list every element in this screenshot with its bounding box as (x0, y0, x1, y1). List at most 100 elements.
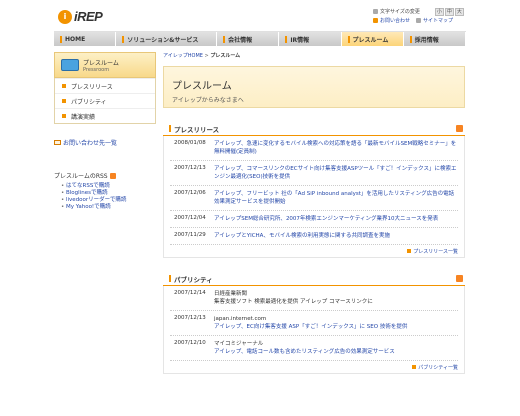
list-item: 2007/12/04 アイレップSEM総合研究所、2007年検索エンジンマーケティ… (170, 211, 458, 228)
list-item: 2007/11/29 アイレップとYICHA、モバイル検索の利用実態に関する共同調… (170, 228, 458, 245)
sidebar-item-label: 講演実績 (71, 113, 96, 121)
rss-link-hatena[interactable]: はてなRSSで購読 (61, 183, 156, 190)
list-item: 2008/01/08 アイレップ、急速に変化するモバイル検索への対応策を語る「最新… (170, 136, 458, 161)
rss-link-myyahoo[interactable]: My Yahoo!で購読 (61, 204, 156, 211)
site-header: i iREP 文字サイズの変更 小 中 大 お問い合わせ サイトマップ (0, 0, 520, 30)
list-item: 2007/12/10 マイコミジャーナル アイレップ、電話コール数も含めたリスティン… (170, 336, 458, 361)
news-date: 2007/12/13 (174, 165, 206, 171)
list-item: 2007/12/13 アイレップ、コマースリンクのECサイト向け集客支援ASPツー… (170, 161, 458, 186)
rss-links: はてなRSSで購読 Bloglinesで購読 livedoorリーダーで購読 M… (54, 183, 156, 211)
list-item: 2007/12/14 日経産業新聞集客支援ソフト 検索最適化を提供 アイレップ コ… (170, 286, 458, 311)
sidebar-item-publicity[interactable]: パブリシティ (55, 93, 155, 108)
news-link[interactable]: アイレップとYICHA、モバイル検索の利用実態に関する共同調査を実施 (208, 232, 390, 240)
logo-text: iREP (74, 9, 103, 24)
news-date: 2007/12/04 (174, 215, 206, 221)
font-size-icon (373, 9, 378, 14)
news-link[interactable]: アイレップ、コマースリンクのECサイト向け集客支援ASPツール「すご！インデック… (208, 165, 458, 181)
bullet-icon (62, 84, 66, 88)
sidebar: プレスルーム Pressroom プレスリリース パブリシティ 講演実績 お問い… (54, 52, 156, 211)
tab-marker (60, 35, 62, 43)
more-label: パブリシティ一覧 (418, 364, 458, 371)
tab-home[interactable]: HOME (54, 32, 117, 46)
tab-marker (285, 35, 288, 43)
list-item: 2007/12/06 アイレップ、フリービット 社の「Ad SiP inbound… (170, 186, 458, 211)
section-marker (169, 275, 171, 282)
tab-label: 採用情報 (414, 36, 439, 44)
publicity-heading: パブリシティ (174, 275, 213, 284)
font-size-medium-button[interactable]: 中 (444, 7, 454, 16)
contact-list-link[interactable]: お問い合わせ先一覧 (54, 138, 156, 147)
press-release-list: 2008/01/08 アイレップ、急速に変化するモバイル検索への対応策を語る「最新… (163, 136, 465, 258)
bullet-icon (62, 114, 66, 118)
tab-label: ソリューション&サービス (127, 36, 199, 44)
news-date: 2008/01/08 (174, 140, 206, 146)
tab-company[interactable]: 会社情報 (217, 32, 280, 46)
font-size-small-button[interactable]: 小 (434, 7, 444, 16)
arrow-icon (407, 249, 412, 253)
breadcrumb-separator: > (204, 53, 209, 59)
rss-link-bloglines[interactable]: Bloglinesで購読 (61, 190, 156, 197)
global-nav: HOME ソリューション&サービス 会社情報 IR情報 プレスルーム 採用情報 (54, 31, 466, 46)
tab-solutions[interactable]: ソリューション&サービス (116, 32, 218, 46)
bullet-icon (62, 99, 66, 103)
news-link[interactable]: アイレップ、EC向け集客支援 ASP「すご！インデックス」に SEO 技術を提供 (214, 324, 407, 330)
news-headline: 集客支援ソフト 検索最適化を提供 アイレップ コマースリンクに (214, 299, 373, 305)
page-title-box: プレスルーム アイレップからみなさまへ (163, 66, 465, 108)
envelope-icon (54, 140, 61, 145)
sidebar-item-label: プレスリリース (71, 83, 113, 91)
news-source: japan.internet.com (214, 316, 267, 322)
contact-link[interactable]: お問い合わせ (380, 17, 410, 24)
tab-label: 会社情報 (228, 36, 253, 44)
sidebar-title: プレスルーム (83, 59, 119, 67)
breadcrumb: アイレップHOME > プレスルーム (163, 52, 465, 62)
tab-recruit[interactable]: 採用情報 (403, 32, 466, 46)
sidebar-menu: プレスリリース パブリシティ 講演実績 (54, 78, 156, 124)
tab-label: HOME (65, 35, 86, 43)
logo-mark: i (58, 9, 72, 24)
rss-icon[interactable] (456, 275, 463, 282)
font-size-label: 文字サイズの変更 (380, 9, 420, 15)
tab-pressroom[interactable]: プレスルーム (341, 32, 404, 46)
tab-marker (223, 35, 226, 43)
more-label: プレスリリース一覧 (413, 248, 458, 255)
rss-icon[interactable] (109, 172, 116, 179)
publicity-header: パブリシティ (163, 272, 465, 286)
tab-marker (122, 35, 125, 43)
irep-logo[interactable]: i iREP (58, 9, 103, 24)
news-source: 日経産業新聞 (214, 291, 248, 297)
tab-marker (409, 35, 412, 43)
sidebar-item-lectures[interactable]: 講演実績 (55, 108, 155, 123)
list-item: 2007/12/13 japan.internet.com アイレップ、EC向け集客… (170, 311, 458, 336)
sitemap-icon (416, 18, 422, 23)
tab-label: IR情報 (290, 36, 310, 44)
news-link[interactable]: アイレップSEM総合研究所、2007年検索エンジンマーケティング業界10大ニュー… (208, 215, 438, 223)
news-date: 2007/11/29 (174, 232, 206, 238)
news-link[interactable]: アイレップ、急速に変化するモバイル検索への対応策を語る「最新モバイルSEM戦略セ… (208, 140, 458, 156)
news-link[interactable]: アイレップ、電話コール数も含めたリスティング広告の効果測定サービス (214, 349, 395, 355)
rss-icon[interactable] (456, 125, 463, 132)
font-size-large-button[interactable]: 大 (454, 7, 464, 16)
rss-link-livedoor[interactable]: livedoorリーダーで購読 (61, 197, 156, 204)
news-date: 2007/12/06 (174, 190, 206, 196)
page-subtitle: アイレップからみなさまへ (172, 97, 244, 104)
main-content: アイレップHOME > プレスルーム プレスルーム アイレップからみなさまへ プ… (163, 52, 465, 374)
publicity-list: 2007/12/14 日経産業新聞集客支援ソフト 検索最適化を提供 アイレップ コ… (163, 286, 465, 374)
page-title: プレスルーム (172, 81, 232, 92)
breadcrumb-current: プレスルーム (210, 53, 241, 59)
sitemap-link[interactable]: サイトマップ (423, 17, 453, 24)
publicity-more-link[interactable]: パブリシティ一覧 (170, 361, 458, 373)
sidebar-subtitle: Pressroom (83, 66, 110, 73)
pressroom-icon (61, 59, 79, 71)
news-link[interactable]: アイレップ、フリービット 社の「Ad SiP inbound analyst」を… (208, 190, 458, 206)
breadcrumb-home[interactable]: アイレップHOME (163, 53, 203, 59)
rss-title-label: プレスルームのRSS (54, 173, 108, 180)
sidebar-item-press-release[interactable]: プレスリリース (55, 78, 155, 93)
tab-ir[interactable]: IR情報 (279, 32, 342, 46)
news-date: 2007/12/13 (174, 315, 206, 321)
news-date: 2007/12/14 (174, 290, 206, 296)
rss-title: プレスルームのRSS (54, 171, 156, 180)
press-release-more-link[interactable]: プレスリリース一覧 (170, 245, 458, 257)
section-marker (169, 125, 171, 132)
utility-nav: 文字サイズの変更 小 中 大 お問い合わせ サイトマップ (373, 7, 464, 25)
arrow-icon (412, 365, 417, 369)
